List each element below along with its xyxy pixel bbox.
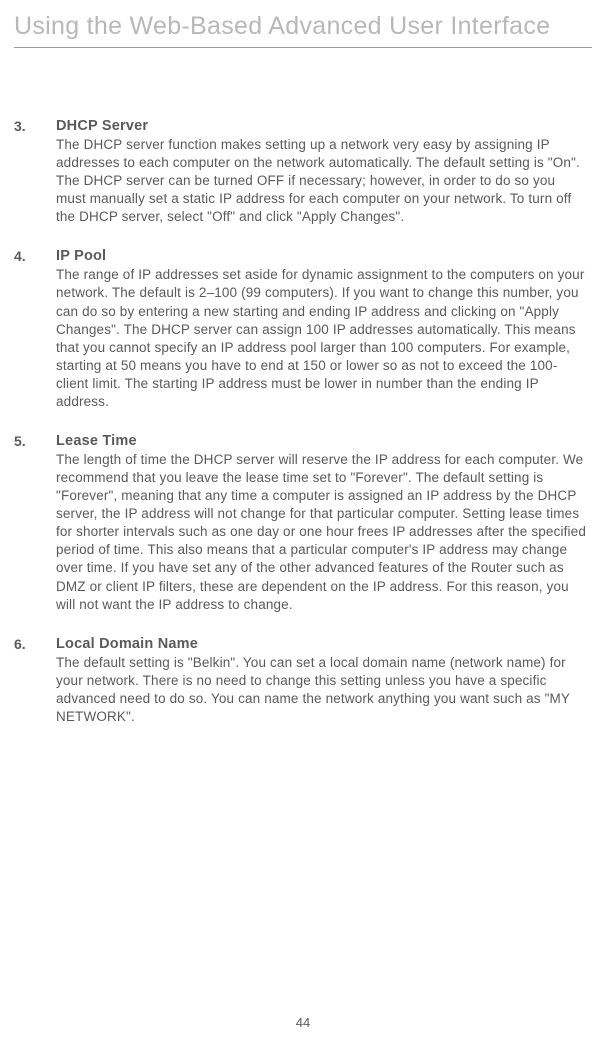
section-body: The default setting is "Belkin". You can…: [56, 654, 586, 726]
section-body: The range of IP addresses set aside for …: [56, 266, 586, 411]
section-3: 3. DHCP Server The DHCP server function …: [14, 118, 592, 226]
section-content: Lease Time The length of time the DHCP s…: [56, 433, 592, 614]
section-6: 6. Local Domain Name The default setting…: [14, 636, 592, 726]
section-body: The DHCP server function makes setting u…: [56, 136, 586, 226]
section-heading: IP Pool: [56, 248, 586, 264]
section-5: 5. Lease Time The length of time the DHC…: [14, 433, 592, 614]
section-number: 4.: [14, 248, 56, 411]
section-heading: Local Domain Name: [56, 636, 586, 652]
section-heading: DHCP Server: [56, 118, 586, 134]
page-title: Using the Web-Based Advanced User Interf…: [14, 12, 592, 41]
section-4: 4. IP Pool The range of IP addresses set…: [14, 248, 592, 411]
section-content: DHCP Server The DHCP server function mak…: [56, 118, 592, 226]
section-content: Local Domain Name The default setting is…: [56, 636, 592, 726]
section-number: 6.: [14, 636, 56, 726]
title-divider: [14, 47, 592, 48]
section-heading: Lease Time: [56, 433, 586, 449]
section-number: 3.: [14, 118, 56, 226]
section-number: 5.: [14, 433, 56, 614]
section-body: The length of time the DHCP server will …: [56, 451, 586, 614]
page-number: 44: [0, 1015, 606, 1030]
section-content: IP Pool The range of IP addresses set as…: [56, 248, 592, 411]
